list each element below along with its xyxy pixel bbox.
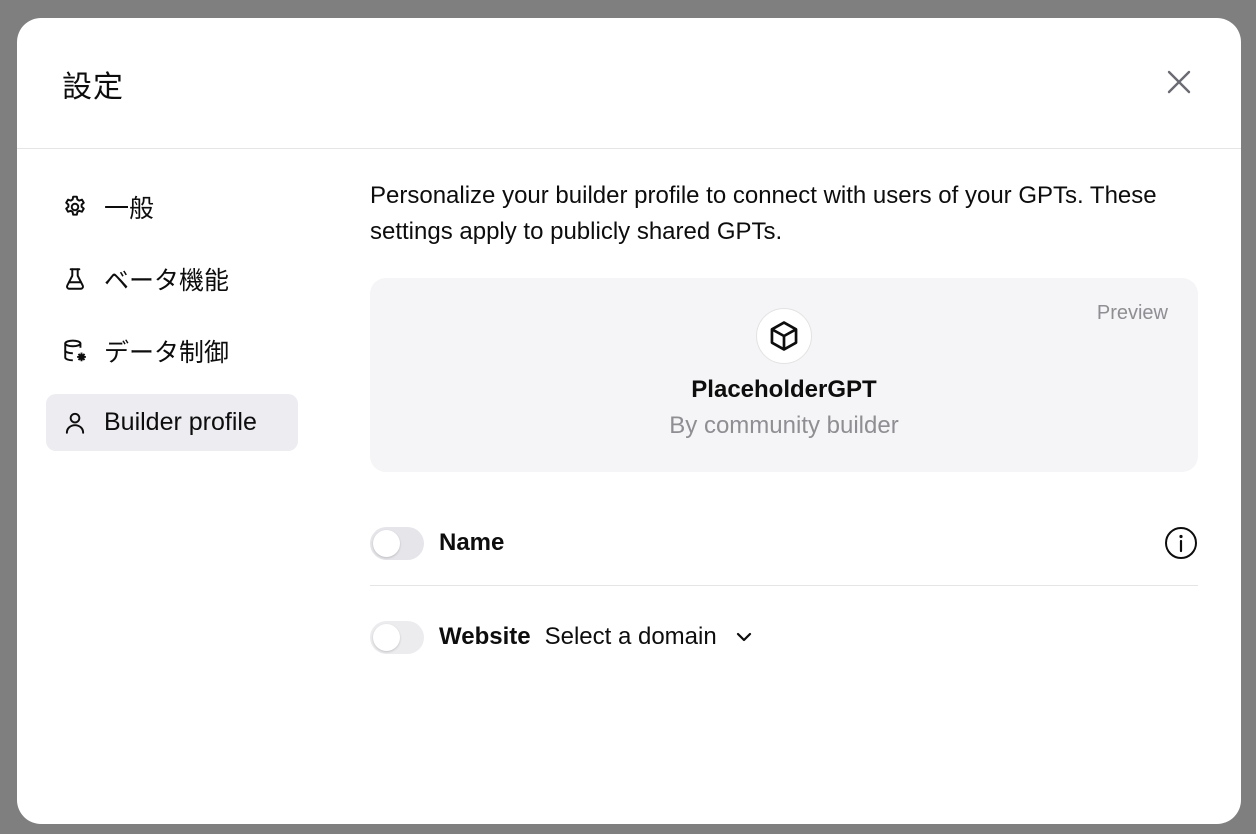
sidebar-item-general[interactable]: 一般 xyxy=(46,178,298,235)
close-button[interactable] xyxy=(1161,64,1197,100)
toggle-knob xyxy=(373,623,400,651)
website-setting-label: Website xyxy=(439,623,531,650)
gear-icon xyxy=(62,194,88,220)
sidebar-item-beta-features[interactable]: ベータ機能 xyxy=(46,250,298,307)
preview-label: Preview xyxy=(1096,302,1168,324)
gpt-byline: By community builder xyxy=(669,412,899,439)
settings-sidebar: 一般 ベータ機能 データ制御 Builder profile xyxy=(46,178,298,466)
sidebar-item-label: ベータ機能 xyxy=(104,266,230,295)
domain-select[interactable]: Select a domain xyxy=(545,623,753,651)
domain-select-value: Select a domain xyxy=(544,623,717,650)
website-toggle[interactable] xyxy=(370,620,424,654)
name-toggle[interactable] xyxy=(370,526,424,560)
sidebar-item-label: 一般 xyxy=(104,194,155,223)
website-setting-row: Website Select a domain xyxy=(370,617,1198,657)
gpt-avatar xyxy=(756,308,812,364)
dialog-header: 設定 xyxy=(17,18,1241,149)
close-icon xyxy=(1167,70,1191,94)
name-setting-row: Name xyxy=(370,523,1198,586)
sidebar-item-label: Builder profile xyxy=(104,408,257,436)
database-settings-icon xyxy=(62,338,88,364)
builder-profile-description: Personalize your builder profile to conn… xyxy=(370,182,1157,245)
user-icon xyxy=(62,410,88,436)
cube-icon xyxy=(770,321,798,351)
flask-icon xyxy=(62,266,88,292)
builder-profile-panel: Personalize your builder profile to conn… xyxy=(370,178,1198,657)
name-setting-label: Name xyxy=(439,529,505,556)
sidebar-item-builder-profile[interactable]: Builder profile xyxy=(46,394,298,451)
sidebar-item-label: データ制御 xyxy=(104,338,230,367)
info-icon[interactable] xyxy=(1164,526,1198,560)
sidebar-item-data-controls[interactable]: データ制御 xyxy=(46,322,298,379)
dialog-title: 設定 xyxy=(62,71,124,104)
gpt-preview-card: Preview PlaceholderGPT By community buil… xyxy=(370,278,1198,472)
settings-dialog: 設定 一般 ベータ機能 データ制御 Builder profile Person… xyxy=(17,18,1241,824)
toggle-knob xyxy=(373,529,400,557)
gpt-name: PlaceholderGPT xyxy=(691,376,877,403)
chevron-down-icon xyxy=(736,632,751,642)
